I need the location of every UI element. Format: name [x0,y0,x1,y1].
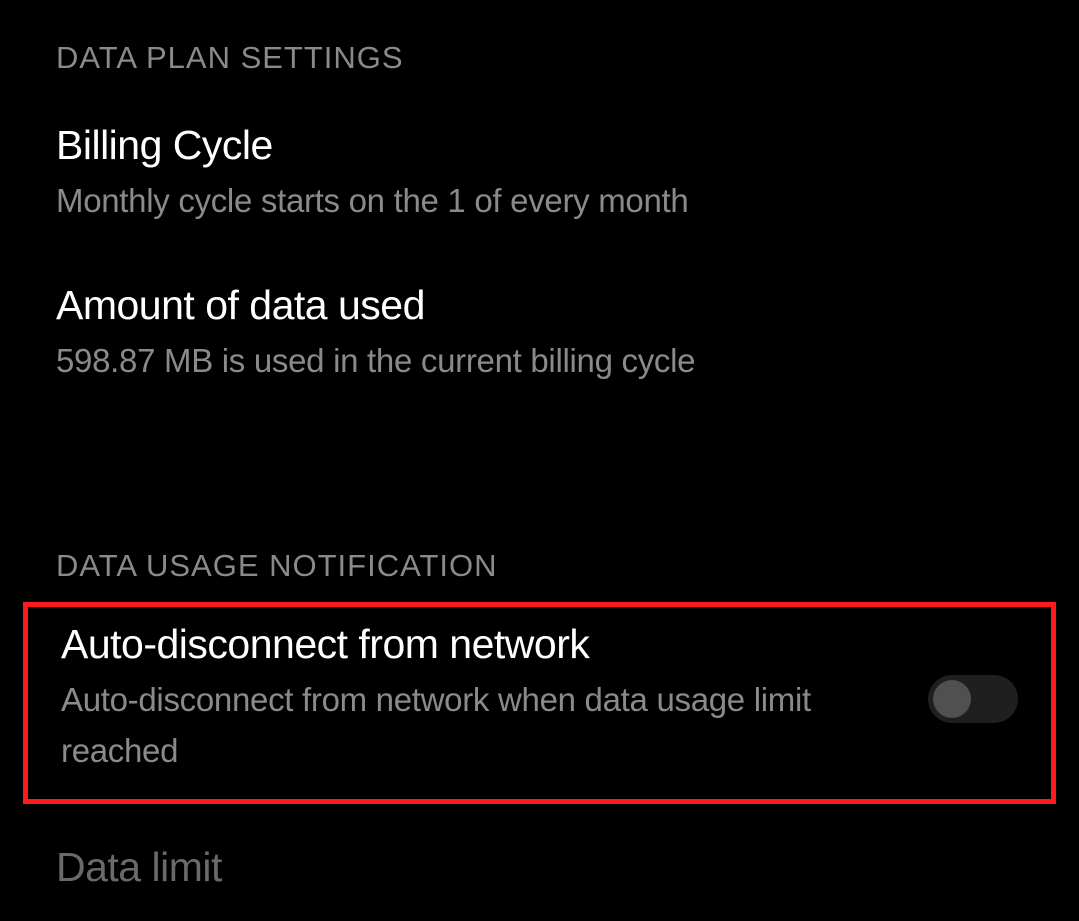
billing-cycle-row[interactable]: Billing Cycle Monthly cycle starts on th… [0,94,1079,254]
amount-of-data-used-subtitle: 598.87 MB is used in the current billing… [56,335,1023,386]
auto-disconnect-toggle[interactable] [928,675,1018,723]
spacer [0,414,1079,508]
auto-disconnect-title: Auto-disconnect from network [61,621,908,668]
amount-of-data-used-row[interactable]: Amount of data used 598.87 MB is used in… [0,254,1079,414]
auto-disconnect-subtitle: Auto-disconnect from network when data u… [61,674,908,776]
amount-of-data-used-title: Amount of data used [56,282,1023,329]
data-limit-title: Data limit [56,844,1023,891]
toggle-knob-icon [933,680,971,718]
section-header-data-usage-notification: DATA USAGE NOTIFICATION [0,508,1079,602]
section-header-data-plan: DATA PLAN SETTINGS [0,0,1079,94]
auto-disconnect-row[interactable]: Auto-disconnect from network Auto-discon… [23,602,1056,803]
data-limit-row[interactable]: Data limit [0,804,1079,891]
billing-cycle-title: Billing Cycle [56,122,1023,169]
billing-cycle-subtitle: Monthly cycle starts on the 1 of every m… [56,175,1023,226]
